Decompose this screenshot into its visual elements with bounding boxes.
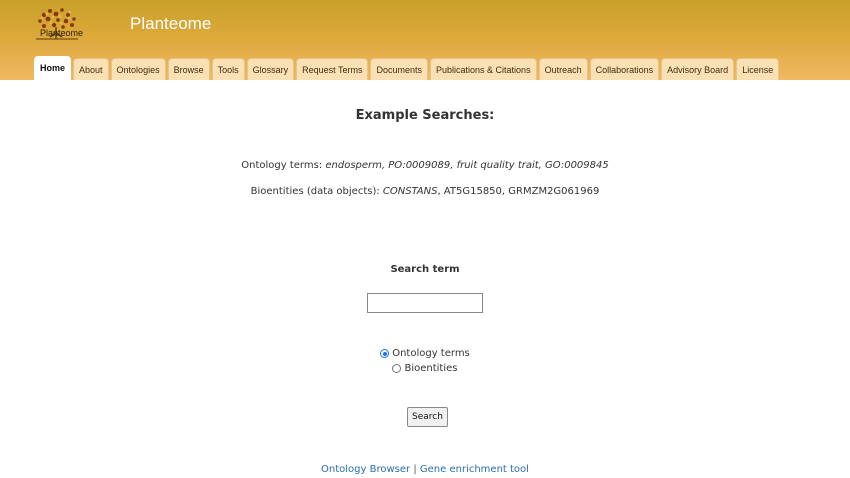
radio-ontology-terms-label[interactable]: Ontology terms [392,346,470,361]
planteome-logo-icon[interactable] [30,5,120,47]
gene-enrichment-tool-link[interactable]: Gene enrichment tool [420,464,529,475]
bioentity-examples-prefix: Bioentities (data objects): [250,186,383,197]
tab-home[interactable]: Home [34,56,72,80]
radio-ontology-terms[interactable] [380,349,390,358]
tab-collaborations[interactable]: Collaborations [589,58,660,80]
search-term-label: Search term [390,264,460,275]
search-type-radios: Ontology terms Bioentities [0,346,850,376]
tab-request-terms[interactable]: Request Terms [296,58,369,80]
radio-bioentities[interactable] [392,364,402,373]
radio-ontology-terms-row[interactable]: Ontology terms [0,346,850,361]
radio-bioentities-label[interactable]: Bioentities [404,361,457,376]
bioentity-examples-rest: , AT5G15850, GRMZM2G061969 [437,186,600,197]
tab-advisory-board[interactable]: Advisory Board [661,58,735,80]
example-searches-heading: Example Searches: [355,108,495,123]
tab-documents[interactable]: Documents [370,58,429,80]
footer-links: Ontology Browser | Gene enrichment tool [0,464,850,475]
search-term-input[interactable] [367,293,483,313]
tab-browse[interactable]: Browse [167,58,210,80]
search-button[interactable]: Search [407,407,448,427]
tab-about[interactable]: About [73,58,109,80]
ontology-examples: endosperm, PO:0009089, fruit quality tra… [325,160,609,171]
tab-ontologies[interactable]: Ontologies [110,58,166,80]
tab-outreach[interactable]: Outreach [538,58,588,80]
tab-glossary[interactable]: Glossary [246,58,295,80]
bioentity-examples-line: Bioentities (data objects): CONSTANS, AT… [0,186,850,197]
ontology-browser-link[interactable]: Ontology Browser [321,464,410,475]
logo-text: Planteome [40,28,84,38]
ontology-examples-prefix: Ontology terms: [241,160,326,171]
main-nav-tabs: Home About Ontologies Browse Tools Glossary Re… [34,56,780,80]
tab-publications-citations[interactable]: Publications & Citations [430,58,537,80]
site-header: Planteome Planteome Home About Ontologies B… [0,0,850,80]
bioentity-example-italic: CONSTANS [382,186,438,197]
footer-separator: | [410,464,420,475]
ontology-examples-line: Ontology terms: endosperm, PO:0009089, f… [0,160,850,171]
radio-bioentities-row[interactable]: Bioentities [0,361,850,376]
tab-license[interactable]: License [736,58,780,80]
site-title[interactable]: Planteome [130,14,211,34]
tab-tools[interactable]: Tools [211,58,245,80]
